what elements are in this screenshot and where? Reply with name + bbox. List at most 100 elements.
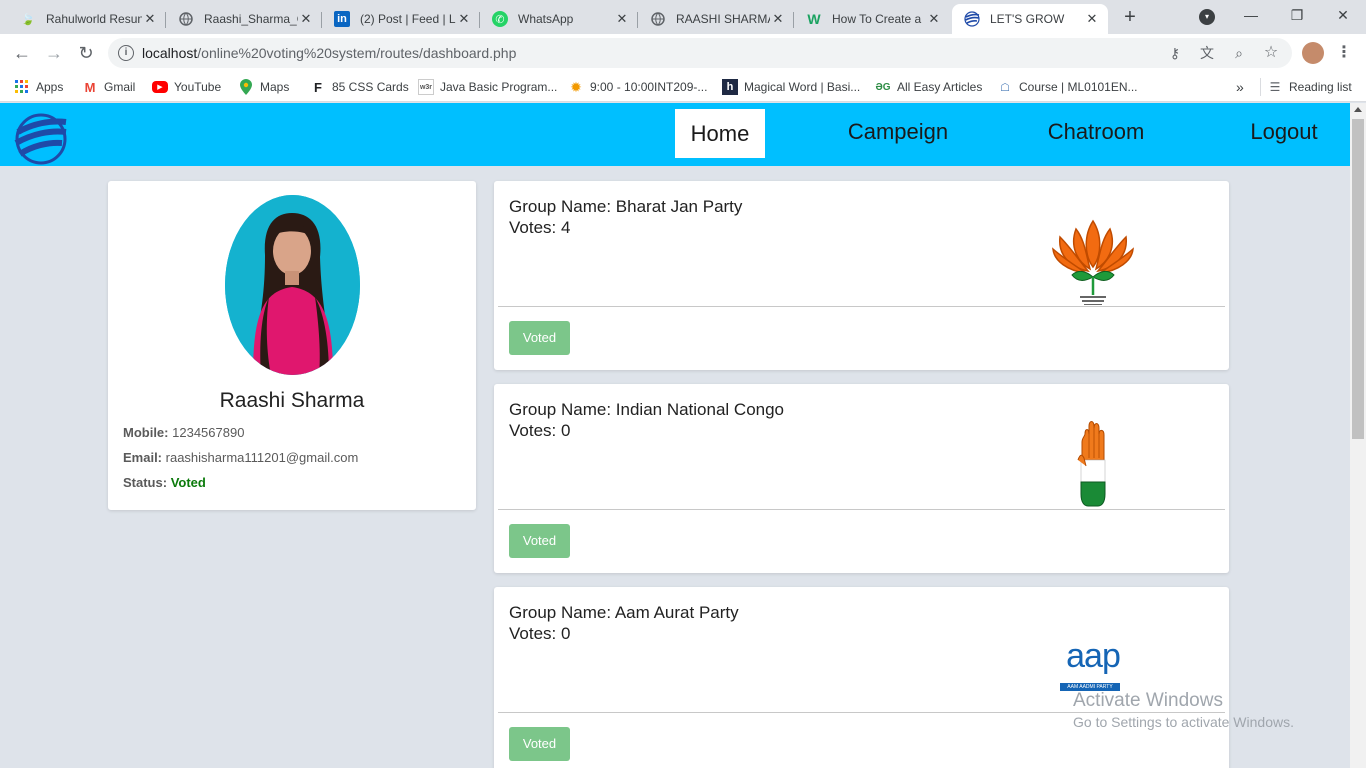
- voted-button[interactable]: Voted: [509, 524, 570, 558]
- whatsapp-icon: ✆: [492, 11, 508, 27]
- browser-tab[interactable]: ✆ WhatsApp ✕: [480, 4, 638, 34]
- info-icon[interactable]: i: [118, 45, 134, 61]
- window-close-icon[interactable]: ✕: [1320, 0, 1366, 32]
- minimize-icon[interactable]: —: [1228, 0, 1274, 32]
- bookmark-label: Java Basic Program...: [440, 80, 558, 94]
- address-bar[interactable]: i localhost/online%20voting%20system/rou…: [108, 38, 1292, 68]
- translate-icon[interactable]: 文: [1198, 44, 1216, 62]
- profile-status: Status: Voted: [123, 475, 206, 490]
- f-logo-icon: F: [314, 79, 322, 95]
- nav-campeign[interactable]: Campeign: [840, 107, 956, 156]
- globe-icon: [178, 11, 194, 27]
- bookmark-java[interactable]: w3r Java Basic Program...: [418, 78, 557, 96]
- bookmark-css-cards[interactable]: F 85 CSS Cards: [310, 78, 409, 96]
- group-votes: Votes: 0: [509, 421, 571, 440]
- h-logo-icon: h: [722, 79, 738, 95]
- nav-logout[interactable]: Logout: [1240, 107, 1328, 156]
- profile-avatar-icon[interactable]: [1302, 42, 1324, 64]
- site-navbar: Home Campeign Chatroom Logout: [0, 103, 1350, 166]
- bookmark-course[interactable]: ☖ Course | ML0101EN...: [997, 78, 1137, 96]
- nav-home[interactable]: Home: [675, 109, 765, 158]
- status-badge: Voted: [170, 475, 206, 490]
- email-value: raashisharma111201@gmail.com: [165, 450, 359, 465]
- bookmark-apps[interactable]: Apps: [14, 78, 63, 96]
- close-icon[interactable]: ✕: [298, 11, 314, 27]
- page-scrollbar[interactable]: [1350, 103, 1366, 768]
- course-icon: ☖: [1000, 81, 1010, 94]
- tab-search-icon[interactable]: ▾: [1199, 9, 1215, 25]
- bookmark-maps[interactable]: Maps: [238, 78, 289, 96]
- zoom-icon[interactable]: ⌕: [1230, 44, 1248, 62]
- lotus-icon: [1050, 217, 1136, 310]
- tab-title: WhatsApp: [518, 12, 574, 26]
- reading-list-label: Reading list: [1289, 80, 1352, 94]
- group-card: Group Name: Bharat Jan Party Votes: 4 Vo…: [494, 181, 1229, 370]
- group-votes: Votes: 0: [509, 624, 571, 643]
- tab-title: RAASHI SHARMA: [676, 12, 770, 26]
- star-icon[interactable]: ☆: [1262, 44, 1280, 62]
- new-tab-icon[interactable]: +: [1118, 6, 1142, 30]
- leaf-icon: 🍃: [21, 13, 35, 26]
- restore-icon[interactable]: ❐: [1274, 0, 1320, 32]
- bookmark-label: Maps: [260, 80, 290, 94]
- tab-title: LET'S GROW: [990, 12, 1065, 26]
- back-icon[interactable]: ←: [10, 41, 34, 65]
- status-label: Status:: [123, 475, 168, 490]
- youtube-icon: ▶: [152, 81, 168, 93]
- bookmark-youtube[interactable]: ▶ YouTube: [152, 78, 221, 96]
- bookmark-easy-articles[interactable]: ƏG All Easy Articles: [875, 78, 982, 96]
- reload-icon[interactable]: ↻: [74, 41, 98, 65]
- profile-card: Raashi Sharma Mobile: 1234567890 Email: …: [108, 181, 476, 510]
- maps-pin-icon: [238, 79, 254, 95]
- bookmark-int209[interactable]: ✹ 9:00 - 10:00INT209-...: [568, 78, 707, 96]
- browser-tab[interactable]: W How To Create a ✕: [794, 4, 950, 34]
- close-icon[interactable]: ✕: [614, 11, 630, 27]
- profile-email: Email: raashisharma111201@gmail.com: [123, 450, 358, 465]
- voted-button[interactable]: Voted: [509, 321, 570, 355]
- bookmark-magical-word[interactable]: h Magical Word | Basi...: [722, 78, 860, 96]
- bookmark-label: 9:00 - 10:00INT209-...: [590, 80, 708, 94]
- windows-activation-watermark: Activate Windows Go to Settings to activ…: [1073, 690, 1294, 730]
- site-logo-icon[interactable]: [14, 112, 68, 166]
- close-icon[interactable]: ✕: [456, 11, 472, 27]
- group-name: Group Name: Aam Aurat Party: [509, 603, 739, 622]
- close-icon[interactable]: ✕: [142, 11, 158, 27]
- email-label: Email:: [123, 450, 163, 465]
- divider: [498, 306, 1225, 307]
- tab-title: (2) Post | Feed | L: [360, 12, 456, 26]
- voted-button[interactable]: Voted: [509, 727, 570, 761]
- browser-tab[interactable]: in (2) Post | Feed | L ✕: [322, 4, 480, 34]
- gmail-icon: M: [84, 79, 96, 95]
- bookmark-label: YouTube: [174, 80, 222, 94]
- browser-toolbar: ← → ↻ i localhost/online%20voting%20syst…: [0, 34, 1366, 72]
- key-icon[interactable]: ⚷: [1166, 44, 1184, 62]
- bookmarks-bar: Apps M Gmail ▶ YouTube Maps F 85 CSS Car…: [0, 72, 1366, 102]
- browser-tab[interactable]: RAASHI SHARMA ✕: [638, 4, 794, 34]
- apps-grid-icon: [14, 79, 30, 95]
- close-icon[interactable]: ✕: [1084, 11, 1100, 27]
- close-icon[interactable]: ✕: [926, 11, 942, 27]
- browser-tab[interactable]: Raashi_Sharma_C ✕: [166, 4, 322, 34]
- more-menu-icon[interactable]: ⋮: [1336, 42, 1352, 64]
- more-bookmarks-icon[interactable]: »: [1236, 78, 1244, 96]
- watermark-line2: Go to Settings to activate Windows.: [1073, 714, 1294, 730]
- group-card: Group Name: Aam Aurat Party Votes: 0 aap…: [494, 587, 1229, 768]
- profile-name: Raashi Sharma: [219, 389, 365, 412]
- browser-tab-active[interactable]: LET'S GROW ✕: [952, 4, 1108, 34]
- url-text[interactable]: localhost/online%20voting%20system/route…: [142, 45, 516, 61]
- tab-title: How To Create a: [832, 12, 922, 26]
- close-icon[interactable]: ✕: [770, 11, 786, 27]
- bookmark-label: Magical Word | Basi...: [744, 80, 861, 94]
- scroll-up-icon[interactable]: [1354, 107, 1362, 112]
- bookmark-gmail[interactable]: M Gmail: [82, 78, 136, 96]
- forward-icon[interactable]: →: [42, 41, 66, 65]
- tab-title: Rahulworld Resun: [46, 12, 142, 26]
- browser-tab[interactable]: 🍃 Rahulworld Resun ✕: [8, 4, 166, 34]
- nav-chatroom[interactable]: Chatroom: [1036, 107, 1156, 156]
- reading-list[interactable]: ☰ Reading list: [1260, 78, 1352, 96]
- group-card: Group Name: Indian National Congo Votes:…: [494, 384, 1229, 573]
- mobile-value: 1234567890: [172, 425, 245, 440]
- group-name: Group Name: Indian National Congo: [509, 400, 785, 419]
- scrollbar-thumb[interactable]: [1352, 119, 1364, 439]
- bookmark-label: 85 CSS Cards: [332, 80, 409, 94]
